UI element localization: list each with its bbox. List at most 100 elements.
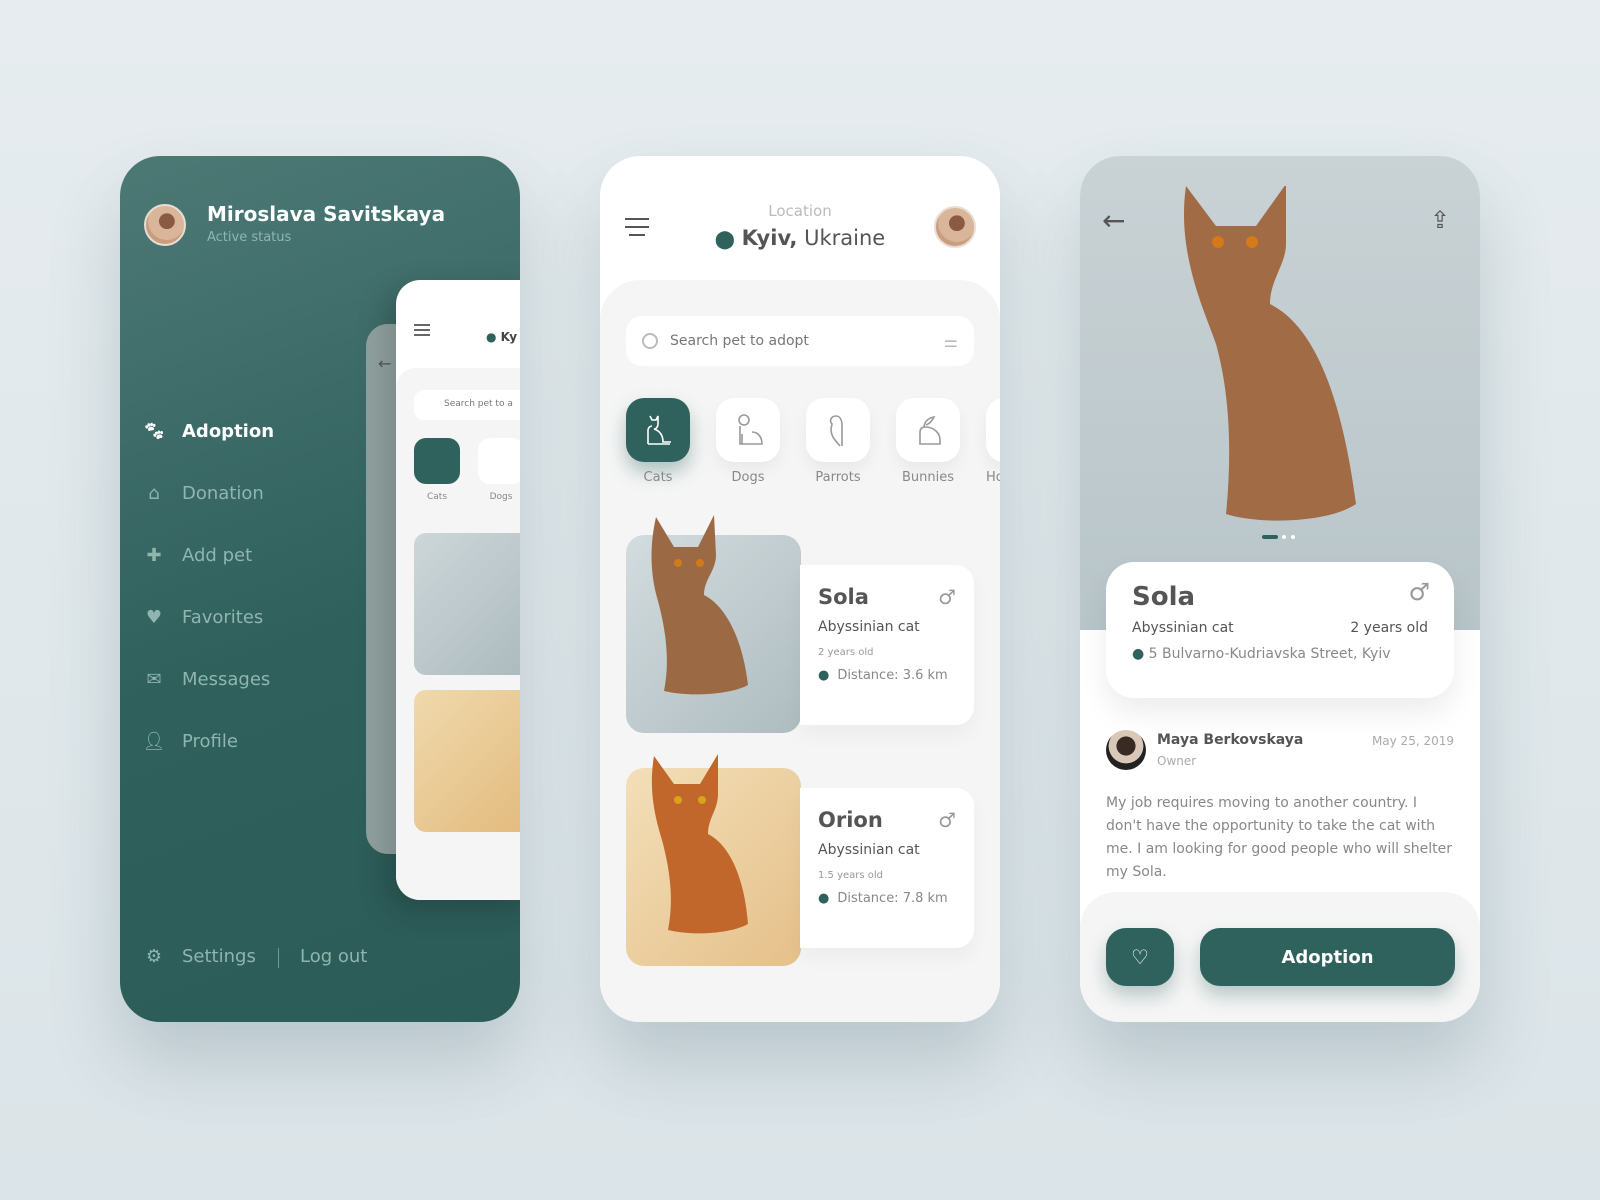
owner-role: Owner bbox=[1157, 754, 1197, 768]
preview-dogs-label: Dogs bbox=[489, 492, 513, 502]
menu-item-profile[interactable]: 👤︎ Profile bbox=[142, 731, 238, 752]
pet-info: Sola ♂ Abyssinian cat 2 years old ● Dista… bbox=[800, 565, 974, 725]
pet-distance: ● Distance: 7.8 km bbox=[818, 891, 956, 906]
menu-item-add-pet[interactable]: ✚ Add pet bbox=[144, 545, 252, 566]
settings-label: Settings bbox=[182, 946, 256, 967]
person-icon: 👤︎ bbox=[142, 731, 166, 752]
male-icon: ♂ bbox=[1408, 578, 1430, 606]
category-more[interactable] bbox=[986, 398, 1000, 462]
category-label: Dogs bbox=[731, 470, 765, 485]
menu-label: Messages bbox=[182, 669, 271, 690]
category-label: Cats bbox=[643, 470, 673, 485]
user-avatar[interactable] bbox=[144, 204, 186, 246]
pet-address: 5 Bulvarno-Kudriavska Street, Kyiv bbox=[1148, 646, 1391, 662]
cat-photo bbox=[1184, 186, 1356, 521]
user-avatar[interactable] bbox=[934, 206, 976, 248]
preview-cats-label: Cats bbox=[426, 492, 448, 502]
post-date: May 25, 2019 bbox=[1371, 734, 1454, 748]
parrot-icon bbox=[829, 415, 843, 447]
menu-label: Add pet bbox=[182, 545, 253, 566]
action-bar: ♡ Adoption bbox=[1080, 892, 1480, 1022]
gear-icon: ⚙ bbox=[145, 946, 163, 967]
heart-outline-icon: ♡ bbox=[1131, 945, 1149, 969]
home-preview: ● Ky Search pet to a Cats Dogs bbox=[396, 280, 520, 900]
menu-item-messages[interactable]: ✉ Messages bbox=[144, 669, 270, 690]
male-icon: ♂ bbox=[938, 808, 956, 832]
male-icon: ♂ bbox=[938, 585, 956, 609]
menu-item-favorites[interactable]: ♥ Favorites bbox=[144, 607, 263, 628]
search-icon bbox=[642, 333, 658, 349]
pet-name: Orion bbox=[818, 808, 883, 832]
pet-photo-area: ← ⇪ bbox=[1080, 156, 1480, 630]
category-bunnies[interactable] bbox=[896, 398, 960, 462]
pet-breed: Abyssinian cat bbox=[818, 619, 920, 635]
preview-city: Ky bbox=[500, 330, 518, 344]
pet-breed: Abyssinian cat bbox=[1132, 620, 1234, 636]
preview-pet-image bbox=[414, 533, 520, 675]
category-dogs[interactable] bbox=[716, 398, 780, 462]
preview-search: Search pet to a bbox=[414, 390, 520, 420]
cat-photo bbox=[651, 754, 748, 934]
menu-label: Adoption bbox=[182, 421, 275, 442]
cat-icon bbox=[647, 415, 671, 445]
heart-icon: ♥ bbox=[145, 607, 163, 628]
preview-cats-tile bbox=[414, 438, 460, 484]
category-cats[interactable] bbox=[626, 398, 690, 462]
location-pin-icon: ● bbox=[818, 891, 830, 906]
menu-label: Profile bbox=[182, 731, 238, 752]
distance-text: Distance: 7.8 km bbox=[837, 891, 948, 906]
user-status: Active status bbox=[207, 230, 292, 245]
share-icon[interactable]: ⇪ bbox=[1430, 206, 1450, 234]
pet-name: Sola bbox=[1132, 582, 1196, 612]
carousel-dot[interactable] bbox=[1282, 535, 1286, 539]
home-screen: Location ⬤ Kyiv, Ukraine Search pet to a… bbox=[600, 156, 1000, 1022]
logout-button[interactable]: Log out bbox=[300, 946, 367, 967]
pet-detail-screen: ← ⇪ Sola ♂ Abyssinian cat 2 years old ● … bbox=[1080, 156, 1480, 1022]
location-pin-icon: ⬤ bbox=[714, 229, 735, 250]
plus-icon: ✚ bbox=[146, 545, 162, 566]
pet-info-card: Sola ♂ Abyssinian cat 2 years old ● 5 Bu… bbox=[1106, 562, 1454, 698]
carousel-dot[interactable] bbox=[1291, 535, 1295, 539]
category-parrots[interactable] bbox=[806, 398, 870, 462]
menu-item-adoption[interactable]: 🐾︎ Adoption bbox=[142, 421, 275, 442]
pet-age: 2 years old bbox=[818, 647, 874, 658]
pet-image bbox=[626, 515, 801, 733]
filter-icon[interactable]: ⚌ bbox=[944, 332, 958, 351]
back-arrow-icon: ← bbox=[378, 354, 392, 373]
pet-age: 2 years old bbox=[1350, 620, 1428, 636]
settings-button[interactable]: ⚙ Settings bbox=[144, 946, 256, 967]
owner-avatar[interactable] bbox=[1106, 730, 1146, 770]
divider bbox=[278, 948, 279, 968]
preview-dogs-tile bbox=[478, 438, 520, 484]
donation-house-icon: ⌂ bbox=[148, 483, 160, 504]
preview-location: ● Ky bbox=[486, 330, 518, 344]
back-arrow-icon[interactable]: ← bbox=[1102, 204, 1125, 237]
pet-age: 1.5 years old bbox=[818, 870, 884, 881]
pet-distance: ● Distance: 3.6 km bbox=[818, 668, 956, 683]
user-name: Miroslava Savitskaya bbox=[207, 202, 446, 226]
pet-name: Sola bbox=[818, 585, 869, 609]
menu-item-donation[interactable]: ⌂ Donation bbox=[144, 483, 264, 504]
location-pin-icon: ● bbox=[818, 668, 830, 683]
search-placeholder: Search pet to adopt bbox=[670, 333, 809, 349]
pet-image bbox=[626, 754, 801, 966]
preview-search-text: Search pet to a bbox=[444, 399, 513, 409]
favorite-button[interactable]: ♡ bbox=[1106, 928, 1174, 986]
content-panel: Search pet to adopt ⚌ Cats Dogs Parrots … bbox=[600, 280, 1000, 1022]
category-label: Ho bbox=[986, 470, 1000, 485]
paw-icon: 🐾︎ bbox=[142, 421, 166, 442]
distance-text: Distance: 3.6 km bbox=[837, 668, 948, 683]
carousel-dot-active[interactable] bbox=[1262, 535, 1278, 539]
menu-label: Favorites bbox=[182, 607, 264, 628]
bunny-icon bbox=[919, 415, 941, 445]
search-input[interactable]: Search pet to adopt ⚌ bbox=[626, 316, 974, 366]
menu-icon bbox=[414, 324, 430, 326]
category-label: Bunnies bbox=[901, 470, 955, 485]
preview-pet-image bbox=[414, 690, 520, 832]
drawer-screen: Miroslava Savitskaya Active status ← ● K… bbox=[120, 156, 520, 1022]
owner-name: Maya Berkovskaya bbox=[1157, 732, 1304, 748]
dog-icon bbox=[738, 414, 763, 445]
pet-breed: Abyssinian cat bbox=[818, 842, 920, 858]
category-label: Parrots bbox=[815, 470, 861, 485]
adopt-button[interactable]: Adoption bbox=[1200, 928, 1455, 986]
